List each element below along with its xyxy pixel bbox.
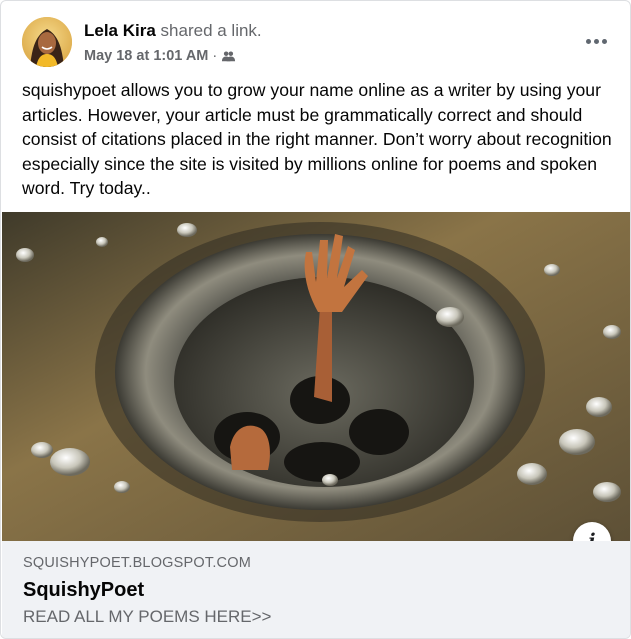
link-description: READ ALL MY POEMS HERE>> [23, 607, 272, 626]
post-timestamp[interactable]: May 18 at 1:01 AM [84, 48, 208, 64]
link-domain: SQUISHYPOET.BLOGSPOT.COM [23, 555, 251, 571]
author-name[interactable]: Lela Kira [84, 21, 156, 40]
link-preview[interactable]: SQUISHYPOET.BLOGSPOT.COM SquishyPoet REA… [2, 541, 630, 638]
link-title[interactable]: SquishyPoet [23, 579, 144, 602]
link-preview-image[interactable] [2, 212, 630, 541]
post-text: squishypoet allows you to grow your name… [22, 80, 612, 198]
post-card: Lela Kira shared a link. May 18 at 1:01 … [0, 0, 631, 639]
post-action-text: shared a link. [160, 21, 262, 40]
meta-separator: · [212, 48, 218, 64]
post-header: Lela Kira shared a link. May 18 at 1:01 … [22, 17, 614, 69]
more-options-icon[interactable] [578, 29, 614, 53]
avatar[interactable] [22, 17, 72, 67]
post-meta: May 18 at 1:01 AM · [84, 48, 236, 64]
avatar-image [22, 17, 72, 67]
friends-icon[interactable] [221, 49, 236, 64]
author-line: Lela Kira shared a link. [84, 21, 262, 41]
